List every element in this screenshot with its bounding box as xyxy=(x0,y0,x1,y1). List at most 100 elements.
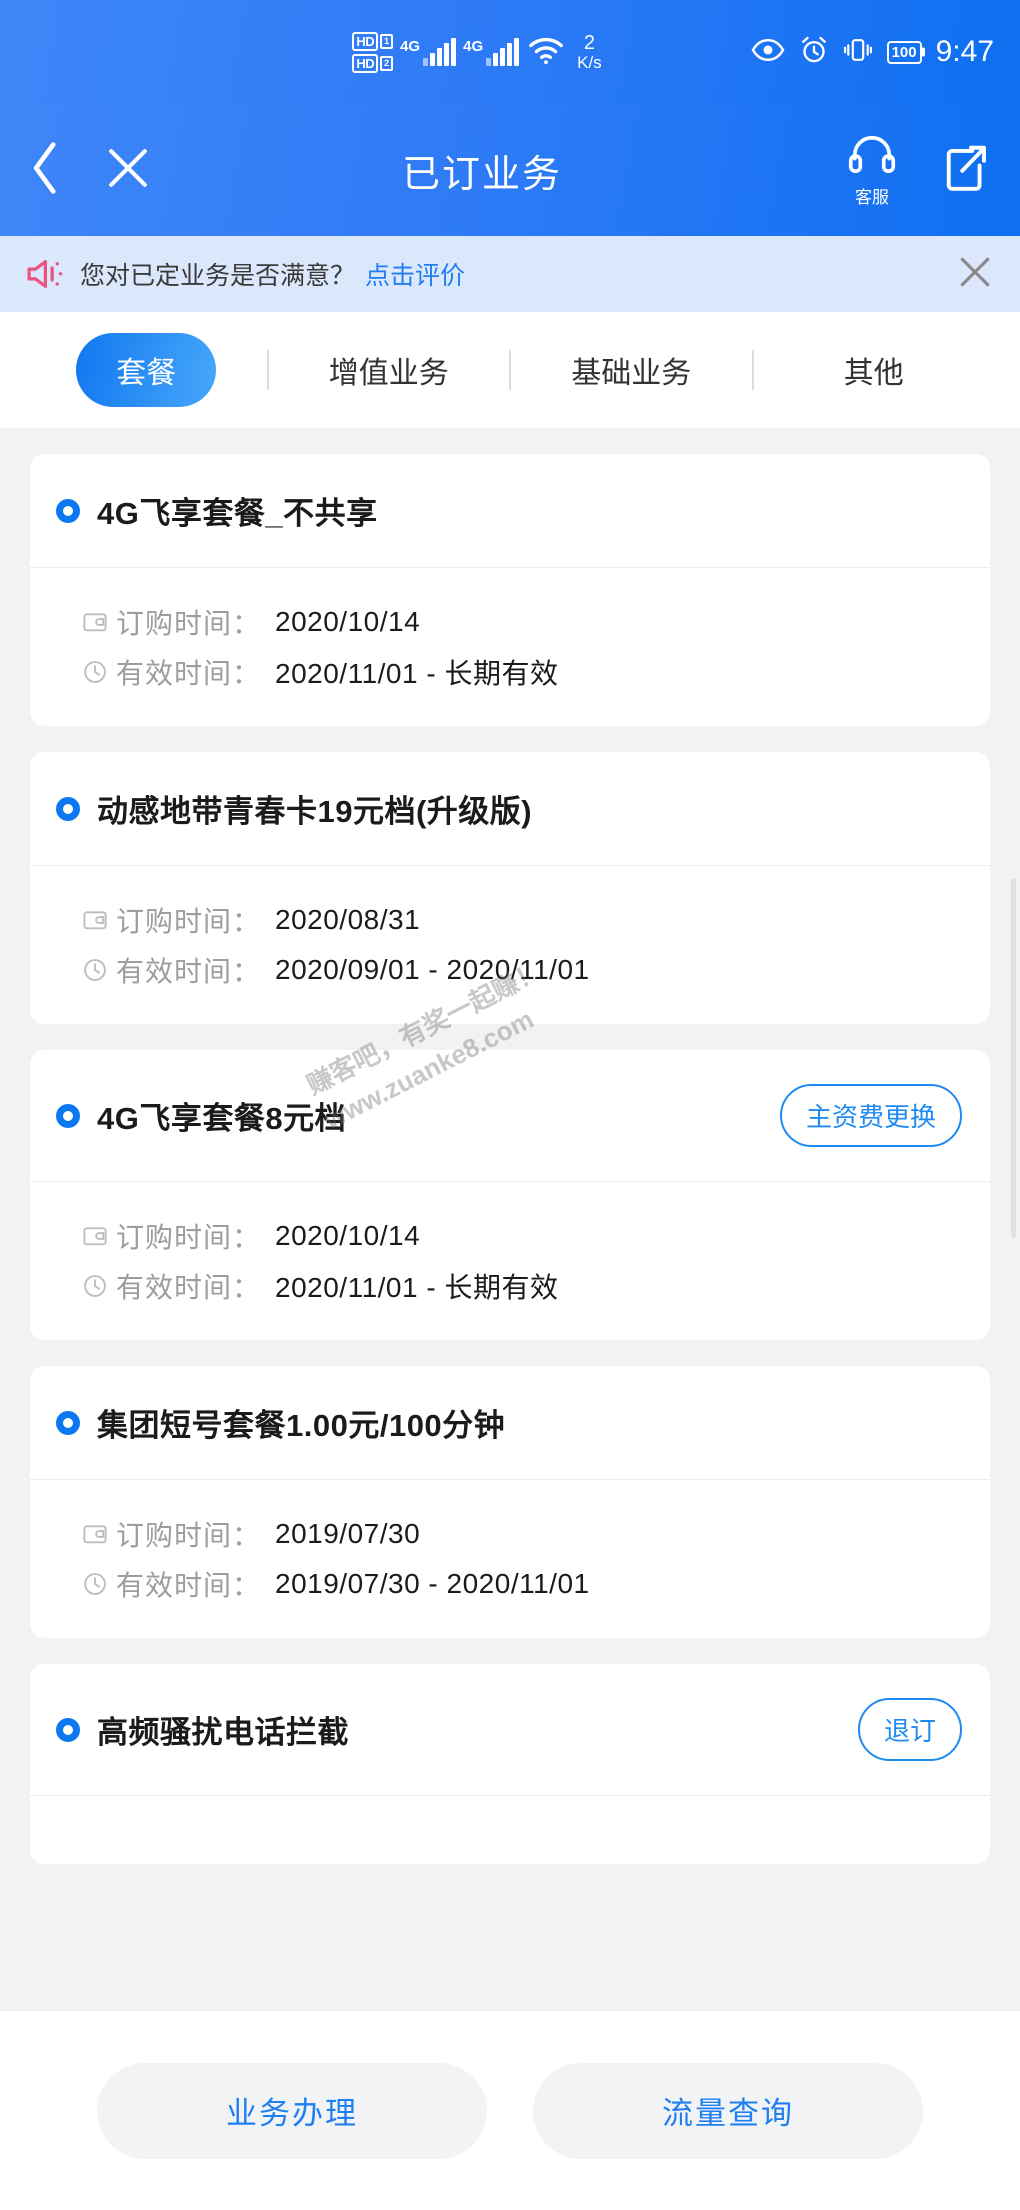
network-speed-indicator: 2 K/s xyxy=(577,32,602,72)
hd-sim2-index: 2 xyxy=(380,55,394,71)
status-bar-center: HD 1 HD 2 4G 4G 2 K/s xyxy=(352,31,602,73)
tab-zengzhiyewu[interactable]: 增值业务 xyxy=(329,348,449,392)
signal-bars-sim1 xyxy=(423,38,457,66)
network-speed-unit: K/s xyxy=(577,52,602,72)
card-wallet-icon xyxy=(82,1223,116,1249)
service-title: 集团短号套餐1.00元/100分钟 xyxy=(97,1408,506,1443)
hd-sim2-icon: HD 2 xyxy=(352,53,394,73)
service-card[interactable]: 4G飞享套餐_不共享 订购时间： 2020/10/14 有效时间： 2020/1… xyxy=(30,454,990,726)
service-card-header: 4G飞享套餐8元档 主资费更换 xyxy=(30,1050,990,1181)
data-usage-query-button[interactable]: 流量查询 xyxy=(533,2062,923,2159)
valid-time-label: 有效时间： xyxy=(116,1570,262,1601)
back-button[interactable] xyxy=(0,141,92,200)
service-card-body: 订购时间： 2020/10/14 有效时间： 2020/11/01 - 长期有效 xyxy=(30,568,990,726)
service-bullet-icon xyxy=(56,796,80,821)
valid-time-value: 2019/07/30 - 2020/11/01 xyxy=(275,1568,590,1599)
tab-slot-3: 其他 xyxy=(754,348,995,392)
service-title: 4G飞享套餐_不共享 xyxy=(97,496,378,531)
clock-icon xyxy=(82,1273,116,1299)
status-bar-right: 100 9:47 xyxy=(602,35,1020,70)
hd-sim1-icon: HD 1 xyxy=(352,31,394,51)
service-card-header: 集团短号套餐1.00元/100分钟 xyxy=(30,1366,990,1479)
service-title: 4G飞享套餐8元档 xyxy=(97,1101,347,1136)
order-time-row: 订购时间： 2019/07/30 xyxy=(82,1514,962,1554)
signal-sim2-icon: 4G xyxy=(463,38,520,66)
service-card[interactable]: 4G飞享套餐8元档 主资费更换 订购时间： 2020/10/14 有效时间： 2… xyxy=(30,1050,990,1340)
tab-slot-2: 基础业务 xyxy=(511,348,752,392)
phone-screen: HD 1 HD 2 4G 4G 2 K/s 100 9:47 已订业务 客服 您… xyxy=(0,0,1020,2210)
valid-time-row: 有效时间： 2020/11/01 - 长期有效 xyxy=(82,652,962,692)
valid-time-value: 2020/11/01 - 长期有效 xyxy=(275,658,559,689)
tab-taocan[interactable]: 套餐 xyxy=(76,333,217,407)
service-bullet-icon xyxy=(56,1103,80,1128)
signal-bars-sim2 xyxy=(486,38,520,66)
page-title: 已订业务 xyxy=(401,153,562,196)
valid-time-row: 有效时间： 2020/09/01 - 2020/11/01 xyxy=(82,950,962,990)
valid-time-label: 有效时间： xyxy=(116,658,262,689)
headset-icon xyxy=(848,133,896,182)
title-bar: 已订业务 客服 xyxy=(0,104,1020,236)
rate-link[interactable]: 点击评价 xyxy=(365,256,465,292)
change-main-plan-button[interactable]: 主资费更换 xyxy=(779,1084,962,1147)
hd-sim1-index: 1 xyxy=(380,33,394,49)
subscribed-services-list[interactable]: 4G飞享套餐_不共享 订购时间： 2020/10/14 有效时间： 2020/1… xyxy=(0,428,1020,2010)
card-wallet-icon xyxy=(82,1521,116,1547)
order-time-value: 2020/10/14 xyxy=(275,606,421,637)
card-wallet-icon xyxy=(82,907,116,933)
service-bullet-icon xyxy=(56,498,80,523)
service-card-body: 订购时间： 2019/07/30 有效时间： 2019/07/30 - 2020… xyxy=(30,1480,990,1638)
service-card[interactable]: 动感地带青春卡19元档(升级版) 订购时间： 2020/08/31 有效时间： … xyxy=(30,752,990,1024)
service-card-header: 动感地带青春卡19元档(升级版) xyxy=(30,752,990,865)
order-time-label: 订购时间： xyxy=(116,608,262,639)
order-time-value: 2019/07/30 xyxy=(275,1518,421,1549)
share-button[interactable] xyxy=(924,142,1020,199)
clock-icon xyxy=(82,659,116,685)
service-title: 动感地带青春卡19元档(升级版) xyxy=(97,794,533,829)
dismiss-notice-button[interactable] xyxy=(956,253,994,296)
satisfaction-notice-banner: 您对已定业务是否满意？ 点击评价 xyxy=(0,236,1020,312)
service-card-header: 4G飞享套餐_不共享 xyxy=(30,454,990,567)
tab-slot-0: 套餐 xyxy=(26,333,267,407)
eye-icon xyxy=(751,37,785,68)
status-bar: HD 1 HD 2 4G 4G 2 K/s 100 9:47 xyxy=(0,0,1020,104)
hd-volte-stack: HD 1 HD 2 xyxy=(352,31,394,73)
customer-service-button[interactable]: 客服 xyxy=(820,133,924,208)
order-time-row: 订购时间： 2020/10/14 xyxy=(82,602,962,642)
vertical-scrollbar[interactable] xyxy=(1011,878,1016,1238)
hd-sim1-label: HD xyxy=(352,31,379,51)
service-bullet-icon xyxy=(56,1410,80,1435)
tab-jichuyewu[interactable]: 基础业务 xyxy=(571,348,691,392)
notice-text: 您对已定业务是否满意？ xyxy=(80,262,356,290)
tab-qita[interactable]: 其他 xyxy=(844,348,904,392)
valid-time-label: 有效时间： xyxy=(116,1272,262,1303)
battery-level-label: 100 xyxy=(891,43,917,61)
bottom-action-bar: 业务办理 流量查询 xyxy=(0,2010,1020,2210)
status-bar-clock: 9:47 xyxy=(935,35,994,68)
alarm-clock-icon xyxy=(799,35,829,70)
service-card-body xyxy=(30,1796,990,1864)
share-icon xyxy=(943,142,989,199)
vibrate-icon xyxy=(843,35,873,70)
tab-slot-1: 增值业务 xyxy=(269,348,510,392)
chevron-left-icon xyxy=(29,141,63,200)
service-title: 高频骚扰电话拦截 xyxy=(97,1715,349,1750)
order-time-value: 2020/10/14 xyxy=(275,1220,421,1251)
service-card-header: 高频骚扰电话拦截 退订 xyxy=(30,1664,990,1795)
service-card-body: 订购时间： 2020/10/14 有效时间： 2020/11/01 - 长期有效 xyxy=(30,1182,990,1340)
clock-icon xyxy=(82,957,116,983)
order-time-label: 订购时间： xyxy=(116,1222,262,1253)
service-card[interactable]: 高频骚扰电话拦截 退订 xyxy=(30,1664,990,1864)
business-handling-button[interactable]: 业务办理 xyxy=(97,2062,487,2159)
wifi-icon xyxy=(526,34,566,71)
service-card[interactable]: 集团短号套餐1.00元/100分钟 订购时间： 2019/07/30 有效时间：… xyxy=(30,1366,990,1638)
valid-time-label: 有效时间： xyxy=(116,956,262,987)
service-bullet-icon xyxy=(56,1717,80,1742)
unsubscribe-button[interactable]: 退订 xyxy=(857,1698,962,1761)
sim2-network-label: 4G xyxy=(463,38,484,55)
valid-time-row: 有效时间： 2019/07/30 - 2020/11/01 xyxy=(82,1564,962,1604)
hd-sim2-label: HD xyxy=(352,53,379,73)
valid-time-row: 有效时间： 2020/11/01 - 长期有效 xyxy=(82,1266,962,1306)
customer-service-label: 客服 xyxy=(855,187,889,207)
order-time-label: 订购时间： xyxy=(116,906,262,937)
valid-time-value: 2020/09/01 - 2020/11/01 xyxy=(275,954,590,985)
